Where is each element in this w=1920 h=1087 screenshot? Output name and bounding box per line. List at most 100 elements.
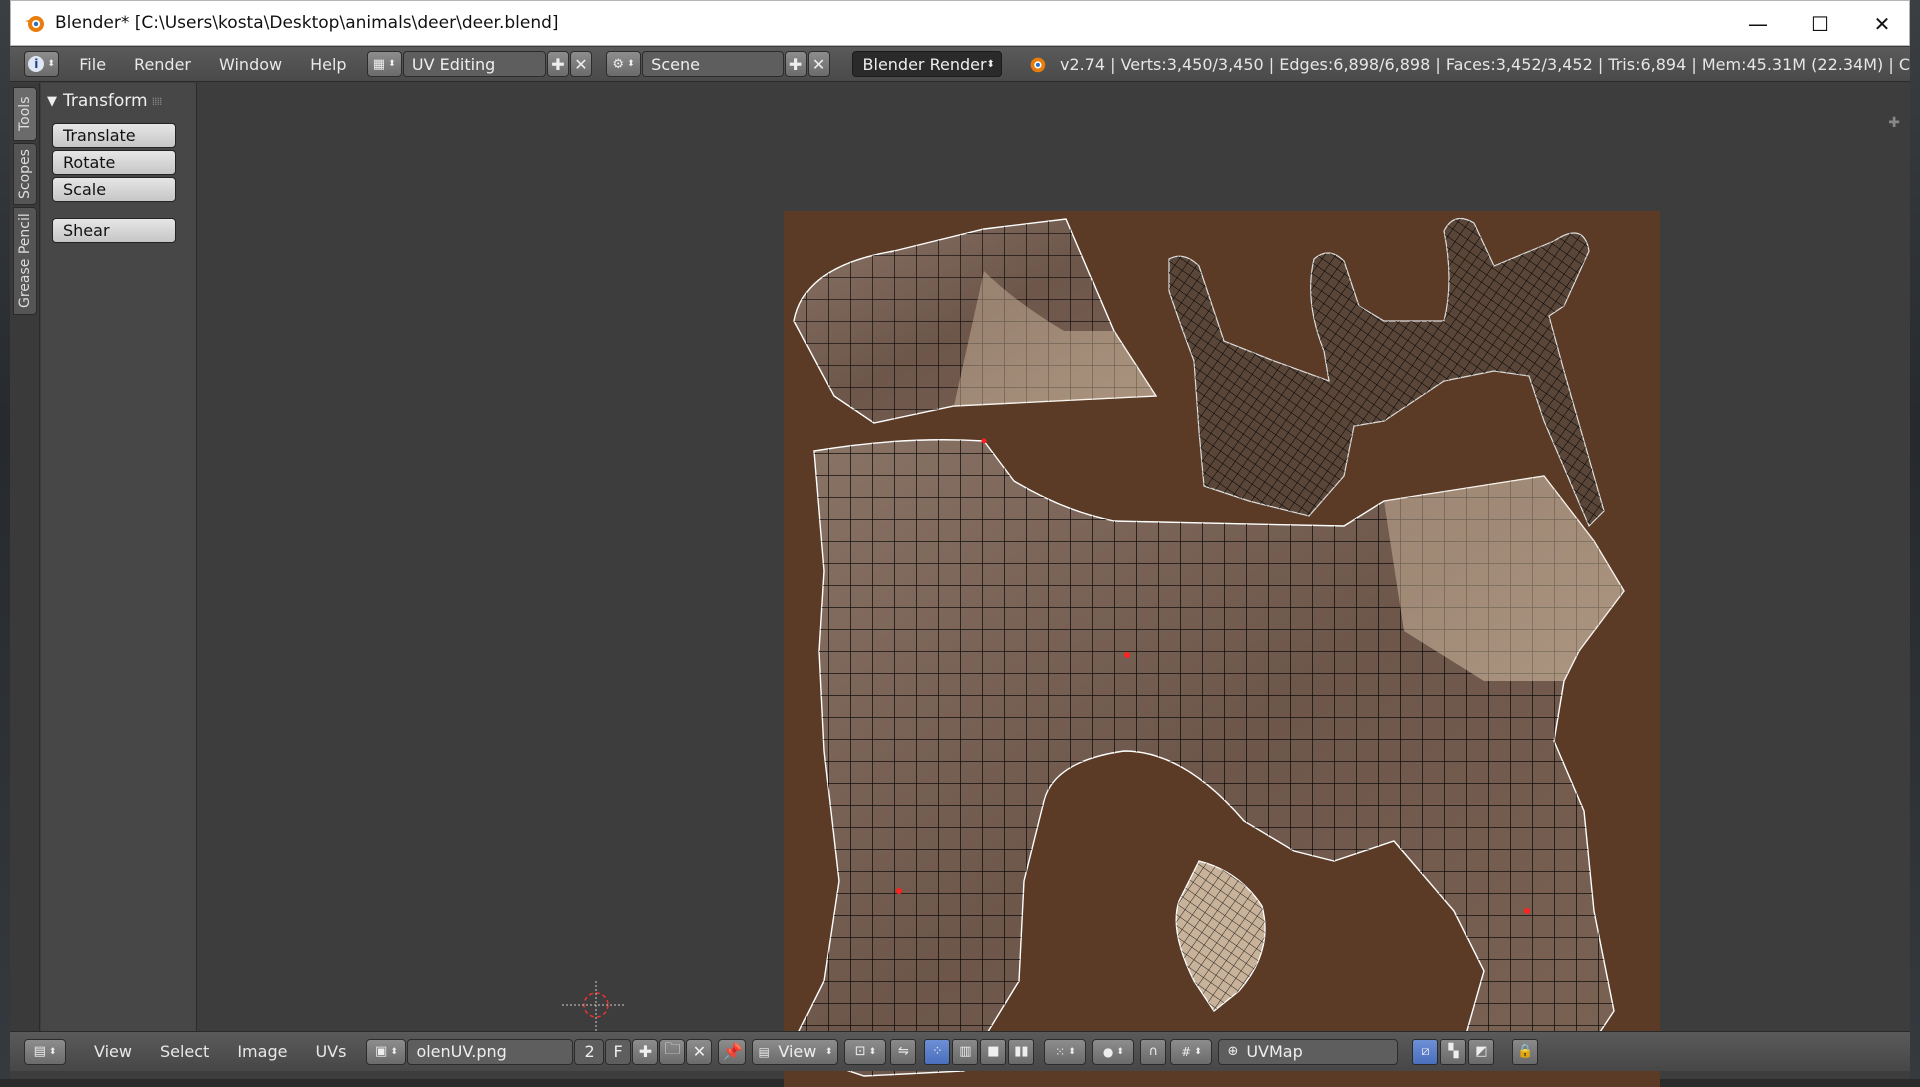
snap-element-dropdown[interactable]: # ⬍	[1170, 1038, 1213, 1065]
tail-uv-island[interactable]	[1175, 860, 1266, 1012]
close-button[interactable]: ✕	[1851, 1, 1913, 47]
image-name-field[interactable]: olenUV.png	[407, 1038, 574, 1065]
uv-mesh-overlay[interactable]	[784, 211, 1660, 1087]
scene-browse-button[interactable]: ⚙ ⬍	[605, 51, 642, 77]
x-icon: ✕	[574, 54, 588, 74]
sync-selection-button[interactable]: ⇋	[890, 1038, 917, 1065]
transform-panel-header[interactable]: ▼ Transform ⁞⁞⁞⁞	[47, 88, 191, 114]
delete-scene-button[interactable]: ✕	[807, 51, 830, 77]
view-mode-value: View	[778, 1042, 817, 1061]
view-mode-dropdown[interactable]: ▤ View ⬍	[752, 1038, 839, 1065]
blender-logo-icon	[1030, 57, 1046, 73]
editor-type-button[interactable]: i ⬍	[24, 51, 60, 77]
vertex-select-icon: ⁘	[931, 1044, 943, 1059]
rotate-button[interactable]: Rotate	[52, 150, 176, 175]
image-editor-header: ▤ ⬍ View Select Image UVs ▣ ⬍ olenUV.png 2…	[10, 1031, 1910, 1071]
translate-label: Translate	[63, 126, 136, 145]
snap-toggle-button[interactable]: ∩	[1140, 1038, 1167, 1065]
head-uv-island[interactable]	[793, 218, 1158, 424]
scene-field[interactable]: Scene	[642, 51, 784, 77]
image-users-count[interactable]: 2	[574, 1038, 605, 1065]
x-icon: ✕	[692, 1042, 707, 1061]
menu-render[interactable]: Render	[120, 55, 205, 74]
pin-image-button[interactable]: 📌	[718, 1038, 747, 1065]
pin-icon: 📌	[722, 1042, 743, 1061]
fake-user-button[interactable]: F	[605, 1038, 632, 1065]
uv-map-field[interactable]: ⊕ UVMap	[1218, 1038, 1399, 1065]
menu-view[interactable]: View	[80, 1042, 146, 1061]
edge-select-mode-button[interactable]: ▥	[952, 1038, 979, 1065]
face-select-icon: ■	[987, 1044, 1000, 1059]
delete-screen-button[interactable]: ✕	[569, 51, 592, 77]
new-image-button[interactable]: ✚	[632, 1038, 659, 1065]
menu-select[interactable]: Select	[146, 1042, 223, 1061]
tab-scopes[interactable]: Scopes	[13, 143, 37, 205]
edge-select-icon: ▥	[959, 1044, 972, 1059]
window-title: Blender* [C:\Users\kosta\Desktop\animals…	[55, 13, 559, 33]
draw-uv-overlay-button[interactable]: ⧄	[1412, 1038, 1439, 1065]
chevron-updown-icon: ⬍	[627, 59, 635, 69]
tab-grease-pencil[interactable]: Grease Pencil	[13, 207, 37, 315]
2d-cursor-icon[interactable]	[562, 981, 626, 1033]
add-screen-button[interactable]: ✚	[546, 51, 569, 77]
image-icon: ▣	[375, 1044, 388, 1059]
pivot-dropdown[interactable]: ⊡ ⬍	[844, 1038, 887, 1065]
chevron-updown-icon: ⬍	[390, 1046, 398, 1057]
collapse-triangle-icon: ▼	[47, 93, 57, 109]
proportional-edit-dropdown[interactable]: ● ⬍	[1092, 1038, 1135, 1065]
properties-toggle-icon[interactable]: ✚	[1888, 115, 1900, 131]
screen-layout-field[interactable]: UV Editing	[402, 51, 546, 77]
scene-name: Scene	[651, 54, 700, 74]
menu-window[interactable]: Window	[205, 55, 296, 74]
scene-statistics: v2.74 | Verts:3,450/3,450 | Edges:6,898/…	[1059, 54, 1910, 74]
checker-image-button[interactable]: ▚	[1440, 1038, 1467, 1065]
menu-uvs[interactable]: UVs	[301, 1042, 360, 1061]
island-select-mode-button[interactable]: ▮▮	[1008, 1038, 1035, 1065]
sticky-select-dropdown[interactable]: ⁙ ⬍	[1044, 1038, 1087, 1065]
lock-button[interactable]: 🔒	[1512, 1038, 1539, 1065]
folder-icon: 🗀	[664, 1039, 681, 1058]
sync-icon: ⇋	[897, 1044, 909, 1059]
transform-panel-title: Transform	[63, 91, 148, 111]
scale-button[interactable]: Scale	[52, 177, 176, 202]
magnet-icon: ∩	[1148, 1044, 1159, 1059]
chevron-updown-icon: ⬍	[48, 1046, 57, 1057]
chevron-updown-icon: ⬍	[1194, 1046, 1202, 1057]
editor-type-button[interactable]: ▤ ⬍	[24, 1038, 66, 1065]
menu-image[interactable]: Image	[223, 1042, 301, 1061]
scene-icon: ⚙	[612, 56, 625, 72]
pivot-icon: ⊡	[854, 1044, 866, 1059]
maximize-button[interactable]: ☐	[1789, 1, 1851, 47]
view-mode-icon: ▤	[758, 1044, 770, 1059]
tool-shelf-tabs: Tools Scopes Grease Pencil	[10, 83, 40, 1031]
unlink-image-button[interactable]: ✕	[686, 1038, 713, 1065]
chevron-updown-icon: ⬍	[388, 59, 396, 69]
minimize-button[interactable]: —	[1727, 1, 1789, 47]
drag-grip-icon[interactable]: ⁞⁞⁞⁞	[152, 95, 163, 108]
uv-texture-image[interactable]	[784, 211, 1660, 1087]
stretch-icon: ◩	[1475, 1044, 1488, 1059]
vertex-select-mode-button[interactable]: ⁘	[924, 1038, 951, 1065]
image-browse-button[interactable]: ▣ ⬍	[366, 1038, 407, 1065]
translate-button[interactable]: Translate	[52, 123, 176, 148]
snap-grid-icon: #	[1181, 1044, 1192, 1059]
add-scene-button[interactable]: ✚	[784, 51, 807, 77]
desktop-background: Blender* [C:\Users\kosta\Desktop\animals…	[0, 0, 1920, 1087]
shear-button[interactable]: Shear	[52, 218, 176, 243]
screen-layout-browse-button[interactable]: ▦ ⬍	[366, 51, 402, 77]
image-name: olenUV.png	[416, 1042, 507, 1061]
open-image-button[interactable]: 🗀	[659, 1038, 686, 1065]
face-select-mode-button[interactable]: ■	[980, 1038, 1007, 1065]
chevron-updown-icon: ⬍	[1068, 1046, 1076, 1057]
tab-scopes-label: Scopes	[17, 149, 33, 199]
stretch-display-button[interactable]: ◩	[1468, 1038, 1495, 1065]
users-count: 2	[584, 1042, 595, 1061]
window-titlebar[interactable]: Blender* [C:\Users\kosta\Desktop\animals…	[10, 0, 1910, 46]
menu-file[interactable]: File	[65, 55, 120, 74]
tab-tools[interactable]: Tools	[13, 87, 37, 141]
uv-image-editor-viewport[interactable]: ✚	[198, 83, 1910, 1087]
lock-icon: 🔒	[1517, 1044, 1534, 1059]
menu-help[interactable]: Help	[296, 55, 360, 74]
render-engine-dropdown[interactable]: Blender Render ⬍	[851, 51, 1002, 77]
fake-user-label: F	[613, 1042, 623, 1061]
